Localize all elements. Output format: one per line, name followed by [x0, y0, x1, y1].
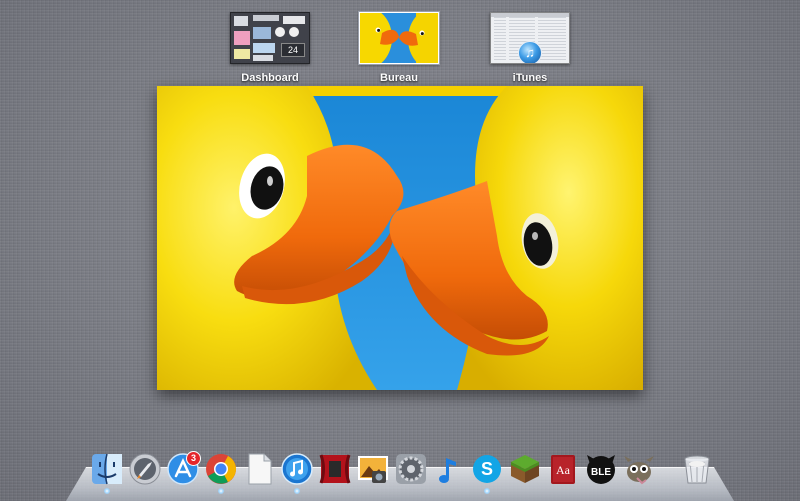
space-label-dashboard: Dashboard	[241, 72, 299, 84]
space-itunes[interactable]: ♫ iTunes	[490, 12, 570, 84]
space-label-bureau: Bureau	[380, 72, 418, 84]
spaces-bar: 24 Dashboard Bureau ♫ iTunes	[0, 0, 800, 86]
running-indicator	[218, 488, 224, 494]
rubber-ducks-image	[157, 86, 643, 390]
svg-text:S: S	[481, 459, 493, 479]
iphoto-icon[interactable]	[356, 452, 390, 486]
chrome-icon[interactable]	[204, 452, 238, 486]
itunes-app-icon: ♫	[518, 41, 542, 63]
ble-icon[interactable]: BLE	[584, 452, 618, 486]
itunes-thumbnail[interactable]: ♫	[490, 12, 570, 64]
finder-icon[interactable]	[90, 452, 124, 486]
music-note-icon[interactable]	[432, 452, 466, 486]
dashboard-clock-widget: 24	[281, 43, 305, 57]
running-indicator	[484, 488, 490, 494]
ble-icon-label: BLE	[591, 467, 611, 478]
photo-booth-icon[interactable]	[318, 452, 352, 486]
system-preferences-icon[interactable]	[394, 452, 428, 486]
running-indicator	[104, 488, 110, 494]
space-dashboard[interactable]: 24 Dashboard	[230, 12, 310, 84]
document-icon[interactable]	[242, 452, 276, 486]
app-store-badge: 3	[186, 451, 201, 466]
gimp-icon[interactable]	[622, 452, 656, 486]
trash-icon[interactable]	[680, 452, 714, 486]
itunes-icon[interactable]	[280, 452, 314, 486]
desktop-preview-wallpaper[interactable]	[157, 86, 643, 390]
skype-icon[interactable]: S	[470, 452, 504, 486]
running-indicator	[294, 488, 300, 494]
dictionary-icon[interactable]: Aa	[546, 452, 580, 486]
space-bureau[interactable]: Bureau	[359, 12, 439, 84]
minecraft-icon[interactable]	[508, 452, 542, 486]
dictionary-icon-label: Aa	[556, 463, 571, 477]
bureau-thumbnail[interactable]	[359, 12, 439, 64]
dashboard-thumbnail[interactable]: 24	[230, 12, 310, 64]
launchpad-icon[interactable]	[128, 452, 162, 486]
space-label-itunes: iTunes	[512, 72, 548, 84]
